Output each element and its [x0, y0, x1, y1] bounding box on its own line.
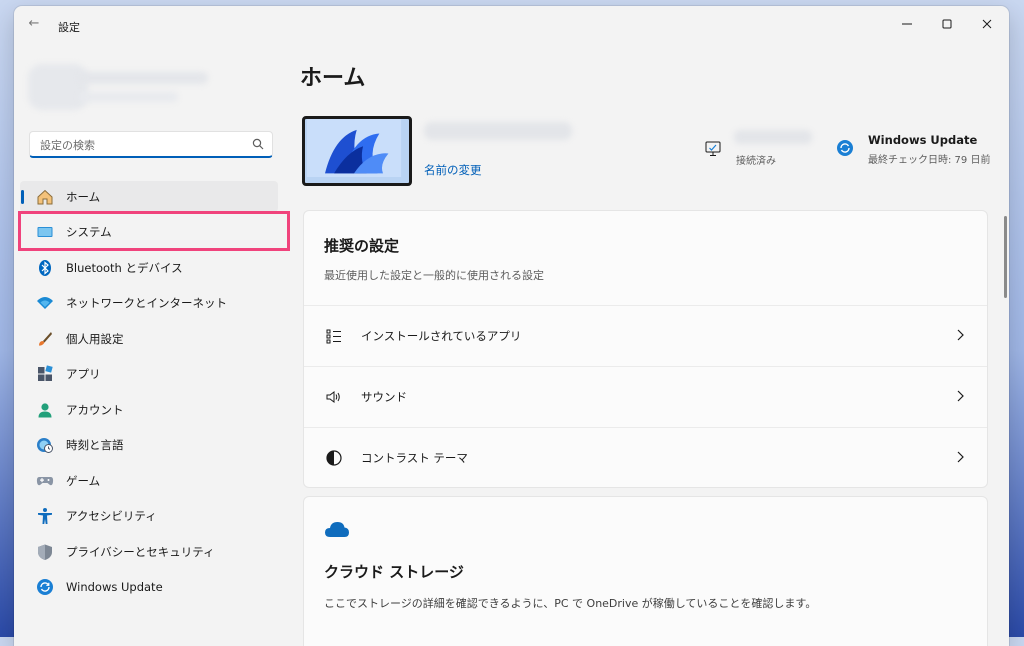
- sidebar-item-time-language[interactable]: 時刻と言語: [20, 430, 278, 461]
- card-subtitle: ここでストレージの詳細を確認できるように、PC で OneDrive が稼働して…: [324, 597, 817, 610]
- contrast-icon: [325, 449, 343, 467]
- sidebar-item-label: アクセシビリティ: [66, 509, 157, 523]
- sidebar-nav: ホーム システム Bluetooth とデバイス ネットワークとインターネット …: [20, 181, 278, 607]
- sound-row[interactable]: サウンド: [304, 366, 987, 427]
- sidebar-item-accessibility[interactable]: アクセシビリティ: [20, 501, 278, 532]
- sidebar-item-label: ゲーム: [66, 473, 101, 488]
- user-name-blurred: [78, 72, 208, 84]
- app-title: 設定: [58, 21, 80, 34]
- settings-window: ← 設定 ホーム システム Bluetooth とデバイ: [14, 6, 1009, 646]
- update-icon: [36, 578, 54, 596]
- maximize-icon: [942, 19, 952, 29]
- user-profile[interactable]: [28, 58, 214, 116]
- sidebar-item-label: アカウント: [66, 402, 124, 417]
- bloom-wallpaper-icon: [306, 119, 402, 177]
- chevron-right-icon: [957, 329, 964, 341]
- person-icon: [36, 401, 54, 419]
- close-icon: [982, 19, 992, 29]
- sidebar-item-label: プライバシーとセキュリティ: [66, 544, 215, 559]
- card-title: クラウド ストレージ: [324, 563, 464, 581]
- card-subtitle: 最近使用した設定と一般的に使用される設定: [324, 269, 544, 282]
- sidebar-item-label: 時刻と言語: [66, 438, 124, 452]
- bluetooth-icon: [36, 259, 54, 277]
- row-label: コントラスト テーマ: [361, 451, 468, 465]
- sidebar-item-accounts[interactable]: アカウント: [20, 394, 278, 425]
- sidebar-item-system[interactable]: システム: [20, 217, 278, 248]
- chevron-right-icon: [957, 390, 964, 402]
- contrast-theme-row[interactable]: コントラスト テーマ: [304, 427, 987, 488]
- sidebar-item-home[interactable]: ホーム: [20, 181, 278, 212]
- apps-icon: [36, 365, 54, 383]
- brush-icon: [36, 330, 54, 348]
- row-label: サウンド: [361, 390, 407, 404]
- search-icon[interactable]: [252, 138, 264, 150]
- rename-link[interactable]: 名前の変更: [424, 162, 482, 178]
- gamepad-icon: [36, 472, 54, 490]
- row-label: インストールされているアプリ: [361, 329, 522, 343]
- home-icon: [36, 188, 54, 206]
- sidebar-item-apps[interactable]: アプリ: [20, 359, 278, 390]
- back-arrow-icon[interactable]: ←: [26, 16, 42, 32]
- search-input[interactable]: [38, 135, 242, 155]
- device-name-blurred: [424, 122, 572, 140]
- sidebar-item-label: ネットワークとインターネット: [66, 296, 227, 310]
- sidebar-item-personalization[interactable]: 個人用設定: [20, 323, 278, 354]
- sidebar-item-label: Windows Update: [66, 580, 163, 594]
- connection-status: 接続済み: [736, 156, 776, 167]
- maximize-button[interactable]: [927, 10, 967, 38]
- sidebar-item-windows-update[interactable]: Windows Update: [20, 572, 278, 603]
- sidebar-item-label: アプリ: [66, 367, 101, 381]
- windows-update-icon[interactable]: [836, 139, 854, 157]
- windows-update-last-checked: 最終チェック日時: 79 日前: [868, 155, 991, 166]
- wifi-icon: [36, 294, 54, 312]
- minimize-button[interactable]: [887, 10, 927, 38]
- installed-apps-row[interactable]: インストールされているアプリ: [304, 305, 987, 366]
- close-button[interactable]: [967, 10, 1007, 38]
- scrollbar-thumb[interactable]: [1004, 216, 1007, 298]
- windows-update-title[interactable]: Windows Update: [868, 133, 977, 147]
- sidebar-item-gaming[interactable]: ゲーム: [20, 465, 278, 496]
- sidebar-item-privacy[interactable]: プライバシーとセキュリティ: [20, 536, 278, 567]
- speaker-icon: [325, 388, 343, 406]
- search-box[interactable]: [29, 131, 273, 158]
- chevron-right-icon: [957, 451, 964, 463]
- monitor-status-icon[interactable]: [704, 140, 722, 158]
- sidebar-item-label: ホーム: [66, 189, 101, 204]
- title-bar: ← 設定: [14, 6, 1009, 40]
- sidebar-item-label: 個人用設定: [66, 331, 124, 346]
- selection-indicator: [21, 190, 24, 204]
- network-name-blurred: [734, 130, 812, 144]
- accessibility-icon: [36, 507, 54, 525]
- sidebar-item-label: システム: [66, 225, 112, 239]
- sidebar-item-label: Bluetooth とデバイス: [66, 260, 183, 275]
- card-title: 推奨の設定: [324, 237, 400, 255]
- sidebar-item-bluetooth[interactable]: Bluetooth とデバイス: [20, 252, 278, 283]
- shield-icon: [36, 543, 54, 561]
- sidebar-item-network[interactable]: ネットワークとインターネット: [20, 288, 278, 319]
- globe-clock-icon: [36, 436, 54, 454]
- minimize-icon: [902, 23, 912, 25]
- device-wallpaper-thumbnail: [302, 116, 412, 186]
- recommended-settings-card: 推奨の設定 最近使用した設定と一般的に使用される設定 インストールされているアプ…: [303, 210, 988, 488]
- avatar: [28, 64, 88, 110]
- display-icon: [36, 223, 54, 241]
- cloud-icon: [325, 522, 349, 537]
- page-title: ホーム: [300, 66, 366, 91]
- list-icon: [325, 327, 343, 345]
- cloud-storage-card: クラウド ストレージ ここでストレージの詳細を確認できるように、PC で One…: [303, 496, 988, 646]
- user-email-blurred: [78, 92, 178, 102]
